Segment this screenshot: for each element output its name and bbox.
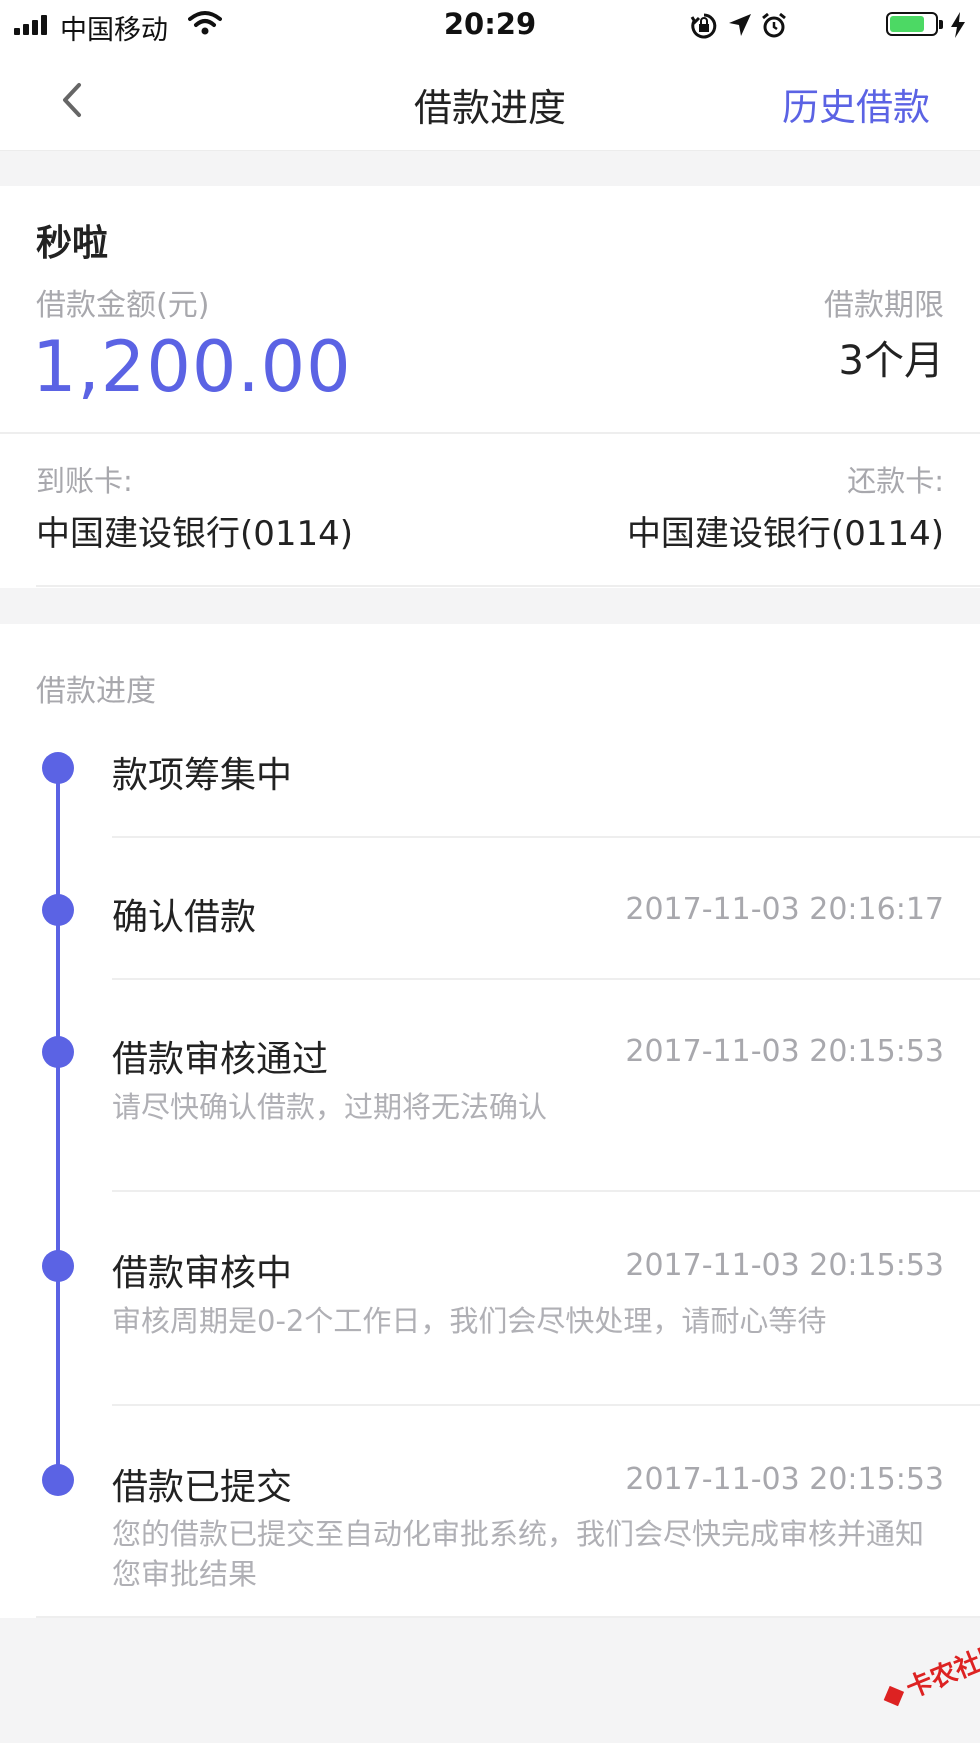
watermark: 卡农社区 (876, 1632, 980, 1715)
step-time: 2017-11-03 20:16:17 (625, 892, 944, 927)
repay-card-label: 还款卡: (847, 464, 944, 498)
loan-amount: 1,200.00 (32, 326, 352, 408)
step-title: 款项筹集中 (112, 755, 293, 796)
status-bar: 中国移动 20:29 (0, 0, 980, 50)
status-time: 20:29 (443, 7, 537, 41)
amount-label: 借款金额(元) (36, 288, 210, 323)
step-description: 审核周期是0-2个工作日，我们会尽快处理，请耐心等待 (112, 1304, 827, 1338)
timeline-dot (42, 1250, 74, 1282)
step-title: 借款审核中 (112, 1253, 293, 1294)
charging-bolt-icon (951, 12, 965, 38)
step-time: 2017-11-03 20:15:53 (625, 1462, 944, 1497)
divider (112, 978, 980, 980)
step-description: 您的借款已提交至自动化审批系统，我们会尽快完成审核并通知您审批结果 (112, 1517, 925, 1591)
divider (36, 1616, 980, 1618)
divider (112, 1190, 980, 1192)
divider (112, 1404, 980, 1406)
step-title: 确认借款 (112, 897, 257, 938)
product-name: 秒啦 (36, 223, 109, 264)
alarm-icon (762, 12, 786, 38)
step-description: 请尽快确认借款，过期将无法确认 (112, 1090, 548, 1124)
term-label: 借款期限 (824, 288, 944, 323)
timeline-dot (42, 752, 74, 784)
step-title: 借款已提交 (112, 1467, 293, 1508)
timeline-dot (42, 1464, 74, 1496)
timeline-dot (42, 894, 74, 926)
watermark-logo-icon (880, 1682, 909, 1711)
loan-term: 3个月 (838, 338, 944, 384)
rotation-lock-icon (690, 13, 717, 39)
step-time: 2017-11-03 20:15:53 (625, 1034, 944, 1069)
loan-summary-card: 秒啦 借款金额(元) 1,200.00 借款期限 3个月 到账卡: 中国建设银行… (0, 186, 980, 588)
nav-bar: 借款进度 历史借款 (0, 50, 980, 151)
receive-card-label: 到账卡: (36, 464, 133, 498)
progress-section: 借款进度 款项筹集中 确认借款 2017-11-03 20:16:17 借款审核… (0, 624, 980, 1618)
location-arrow-icon (729, 14, 751, 36)
divider (36, 585, 980, 587)
loan-history-button[interactable]: 历史借款 (782, 77, 930, 131)
timeline-line (56, 768, 60, 1482)
step-title: 借款审核通过 (112, 1039, 329, 1080)
divider (0, 432, 980, 434)
repay-card-value: 中国建设银行(0114) (626, 514, 944, 554)
progress-section-title: 借款进度 (36, 674, 156, 709)
divider (112, 836, 980, 838)
receive-card-value: 中国建设银行(0114) (36, 514, 354, 554)
battery-icon (886, 12, 943, 36)
watermark-text: 卡农社区 (902, 1637, 980, 1705)
step-time: 2017-11-03 20:15:53 (625, 1248, 944, 1283)
timeline-dot (42, 1036, 74, 1068)
